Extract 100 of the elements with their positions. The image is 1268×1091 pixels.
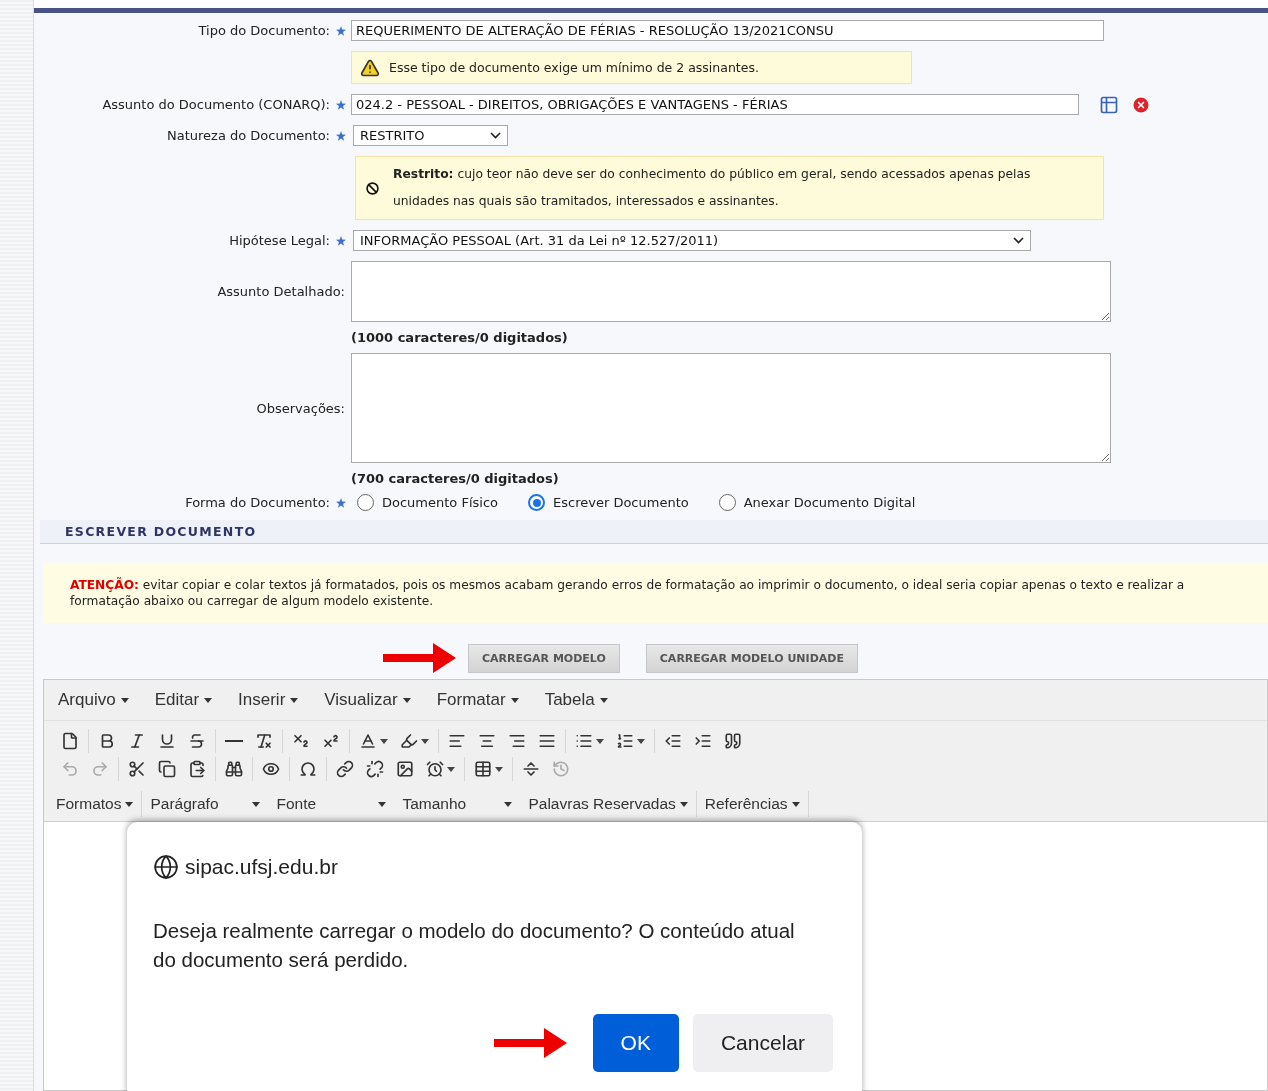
select-field[interactable]: INFORMAÇÃO PESSOAL (Art. 31 da Lei nº 12.527/2011)	[353, 230, 1031, 251]
prohibited-icon	[366, 181, 379, 195]
highlight-icon	[400, 732, 418, 750]
menu-item[interactable]: Formatar	[426, 686, 529, 714]
format-dropdown[interactable]: Fonte	[268, 791, 395, 817]
image-icon	[396, 760, 414, 778]
caret-icon	[120, 697, 129, 703]
unlink-icon	[366, 760, 384, 778]
field-label: Natureza do Documento:	[165, 128, 330, 143]
caret-icon	[402, 697, 411, 703]
radio-option[interactable]: Anexar Documento Digital	[718, 494, 916, 511]
dropdown-chevron-icon	[1013, 237, 1024, 244]
character-counter: (700 caracteres/0 digitados)	[351, 471, 560, 486]
dropdown-chevron-icon	[490, 132, 501, 139]
radio-option[interactable]: Documento Físico	[357, 494, 498, 511]
paste-icon	[188, 760, 206, 778]
format-dropdown[interactable]: Parágrafo	[142, 791, 269, 817]
align-left-icon	[448, 732, 466, 750]
field-label: Hipótese Legal:	[228, 233, 330, 248]
clear-formatting-icon	[255, 732, 273, 750]
radio-button[interactable]	[528, 494, 545, 511]
indent-icon	[694, 732, 712, 750]
field-label: Observações:	[255, 400, 346, 416]
caret-icon	[421, 738, 429, 744]
quote-icon	[724, 732, 742, 750]
outdent-icon	[664, 732, 682, 750]
radio-button[interactable]	[357, 494, 374, 511]
globe-icon	[153, 854, 179, 880]
caret-icon	[510, 697, 519, 703]
caret-icon	[791, 801, 800, 807]
caret-icon	[447, 766, 455, 772]
caret-icon	[637, 738, 645, 744]
menu-item[interactable]: Arquivo	[48, 686, 139, 714]
caret-icon	[378, 801, 387, 807]
strikethrough-icon	[188, 732, 206, 750]
remove-icon[interactable]	[1131, 94, 1151, 115]
menu-item[interactable]: Visualizar	[314, 686, 421, 714]
section-title: ESCREVER DOCUMENTO	[65, 524, 257, 539]
numbered-list-icon	[616, 732, 634, 750]
eye-icon	[262, 760, 280, 778]
bullet-list-icon	[575, 732, 593, 750]
binoculars-icon	[225, 760, 243, 778]
character-counter: (1000 caracteres/0 digitados)	[351, 330, 569, 345]
radio-option[interactable]: Escrever Documento	[528, 494, 689, 511]
scissors-icon	[128, 760, 146, 778]
caret-icon	[679, 801, 688, 807]
caret-icon	[495, 766, 503, 772]
field-label: Assunto do Documento (CONARQ):	[101, 97, 330, 112]
menu-item[interactable]: Inserir	[228, 686, 309, 714]
load-template-button[interactable]: CARREGAR MODELO UNIDADE	[645, 643, 858, 673]
format-dropdown[interactable]: Referências	[696, 791, 809, 817]
subscript-icon	[292, 732, 310, 750]
italic-icon	[128, 732, 146, 750]
table-icon	[474, 760, 492, 778]
text-field[interactable]: 024.2 - PESSOAL - DIREITOS, OBRIGAÇÕES E VANTAGENS - FÉRIAS	[351, 94, 1079, 115]
attention-text: ATENÇÃO: evitar copiar e colar textos já formatados, pois os mesmos acabam gerando erros de formatação ao imprimir o documento, o ideal seria copiar apenas o texto e realizar a formatação abaixo ou carregar de algum modelo existente.	[70, 577, 1186, 609]
caret-icon	[596, 738, 604, 744]
link-icon	[336, 760, 354, 778]
warning-text: Esse tipo de documento exige um mínimo de 2 assinantes.	[389, 60, 759, 75]
align-center-icon	[478, 732, 496, 750]
justify-icon	[538, 732, 556, 750]
caret-icon	[290, 697, 299, 703]
caret-icon	[599, 697, 608, 703]
format-dropdown[interactable]: Tamanho	[394, 791, 521, 817]
new-document-icon	[61, 732, 79, 750]
history-icon	[552, 760, 570, 778]
ok-button[interactable]: OK	[592, 1014, 679, 1072]
dialog-message: Deseja realmente carregar o modelo do documento? O conteúdo atual do documento será perdido.	[153, 918, 796, 973]
load-template-button[interactable]: CARREGAR MODELO	[468, 643, 620, 673]
underline-icon	[158, 732, 176, 750]
superscript-icon	[322, 732, 340, 750]
caret-icon	[252, 801, 261, 807]
alarm-clock-icon	[426, 760, 444, 778]
select-field[interactable]: RESTRITO	[353, 125, 508, 146]
align-right-icon	[508, 732, 526, 750]
format-dropdown[interactable]: Formatos	[48, 791, 143, 817]
omega-icon	[299, 760, 317, 778]
field-label: Assunto Detalhado:	[216, 284, 346, 299]
field-label: Tipo do Documento:	[197, 23, 330, 38]
warning-icon	[360, 57, 380, 78]
horizontal-line-icon	[225, 740, 243, 742]
site-address: sipac.ufsj.edu.br	[185, 855, 338, 879]
text-color-icon	[359, 732, 377, 750]
caret-icon	[504, 801, 513, 807]
cancel-button[interactable]: Cancelar	[692, 1014, 833, 1072]
redo-icon	[91, 760, 109, 778]
copy-icon	[158, 760, 176, 778]
radio-button[interactable]	[718, 494, 736, 511]
caret-icon	[204, 697, 213, 703]
field-label: Forma do Documento:	[184, 495, 330, 510]
menu-item[interactable]: Tabela	[534, 686, 618, 714]
text-field[interactable]: REQUERIMENTO DE ALTERAÇÃO DE FÉRIAS - RESOLUÇÃO 13/2021CONSU	[351, 20, 1104, 41]
table-icon[interactable]	[1099, 94, 1119, 115]
caret-icon	[380, 738, 388, 744]
caret-icon	[125, 801, 134, 807]
menu-item[interactable]: Editar	[144, 686, 223, 714]
page-break-icon	[522, 760, 540, 778]
format-dropdown[interactable]: Palavras Reservadas	[520, 791, 697, 817]
info-text: Restrito: cujo teor não deve ser do conhecimento do público em geral, sendo acessados apenas pelas unidades nas quais são tramitados, interessados e assinantes.	[393, 166, 1032, 210]
undo-icon	[61, 760, 79, 778]
